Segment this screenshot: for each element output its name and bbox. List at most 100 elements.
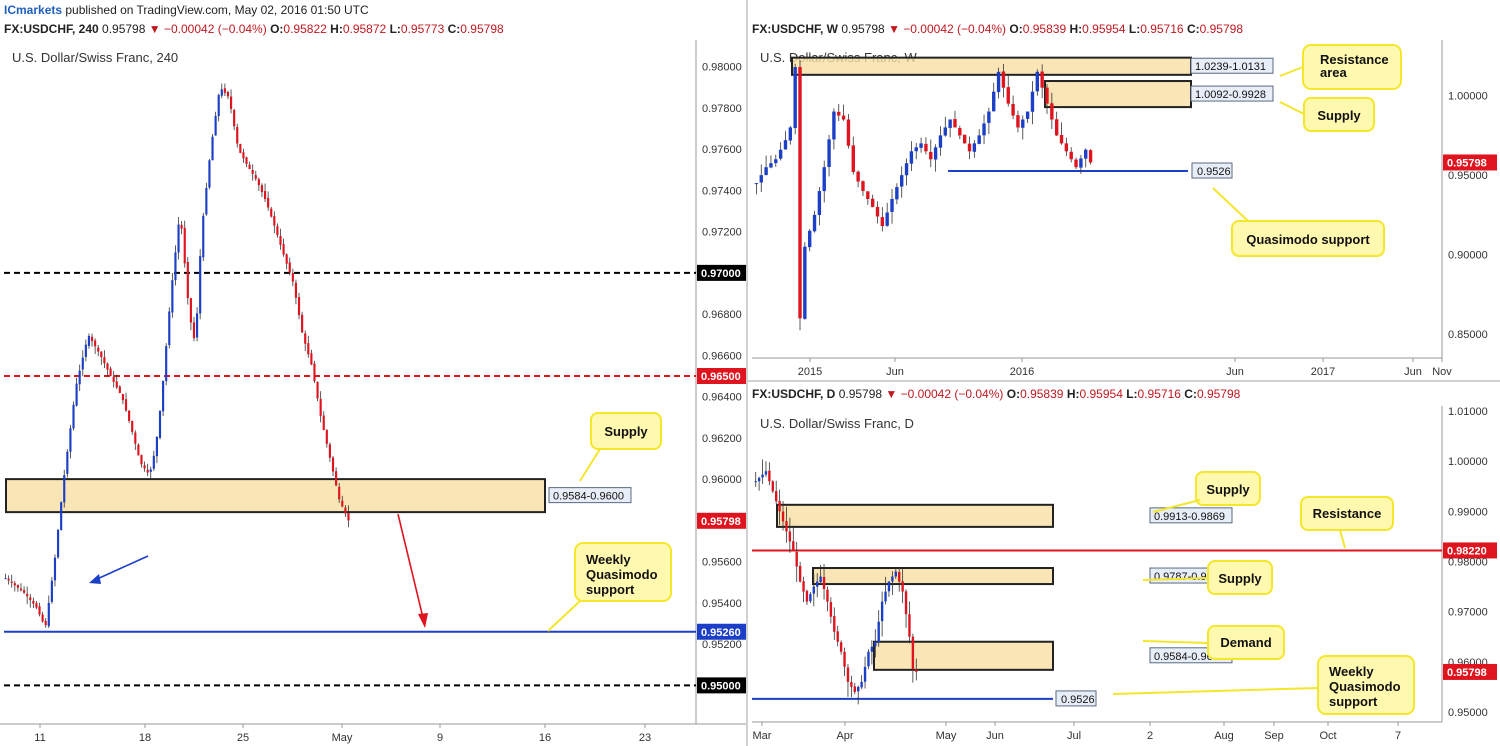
- w-candle-body: [812, 214, 817, 232]
- d-candle-body: [860, 681, 863, 688]
- w-candle-body: [958, 128, 962, 136]
- h4-candle-body: [97, 347, 100, 352]
- w-candle-body: [1001, 71, 1006, 88]
- h4-level-tag-text: 0.97000: [701, 268, 741, 280]
- h4-candle-body: [285, 254, 288, 264]
- h4-candle-body: [325, 430, 328, 444]
- d-candle-body: [887, 581, 891, 592]
- h4-candle-body: [118, 386, 121, 393]
- d-zone: [873, 640, 1054, 671]
- h4-candle-body: [335, 471, 338, 486]
- w-candle-body: [1021, 119, 1025, 128]
- daily-symbol: FX:USDCHF, D: [752, 387, 836, 401]
- daily-chart[interactable]: U.S. Dollar/Swiss Franc, D 0.982200.9526…: [748, 406, 1500, 746]
- d-x-tick: Sep: [1264, 730, 1284, 742]
- w-zone: [791, 56, 1192, 76]
- d-candle-body: [757, 477, 761, 482]
- d-candle-body: [870, 646, 874, 652]
- h4-zone: [5, 478, 546, 514]
- d-candle-body: [792, 541, 795, 552]
- h4-candle-body: [310, 353, 313, 365]
- h4-candle-body: [75, 383, 78, 406]
- d-candle-body: [785, 521, 788, 532]
- weekly-chart[interactable]: U.S. Dollar/Swiss Franc, W 0.9526 1.0239…: [748, 40, 1500, 380]
- d-x-tick: 7: [1395, 730, 1401, 742]
- h4-y-tick: 0.95400: [702, 598, 742, 610]
- published-text: published on TradingView.com, May 02, 20…: [62, 3, 369, 17]
- h4-candle-body: [319, 398, 322, 416]
- d-candle-body: [781, 511, 785, 522]
- w-candle-body: [759, 175, 763, 183]
- d-candle-body: [764, 471, 768, 475]
- weekly-chart-panel[interactable]: FX:USDCHF, W 0.95798 ▼ −0.00042 (−0.04%)…: [748, 0, 1500, 380]
- h4-candle-body: [257, 179, 260, 186]
- h4-candle-body: [251, 170, 254, 174]
- h4-candle-body: [239, 143, 242, 153]
- h4-candle-body: [60, 502, 63, 531]
- daily-chart-panel[interactable]: FX:USDCHF, D 0.95798 ▼ −0.00042 (−0.04%)…: [748, 382, 1500, 746]
- h4-chart-panel[interactable]: ICmarkets published on TradingView.com, …: [0, 0, 746, 746]
- h4-candle-body: [248, 164, 251, 170]
- d-candle-body: [877, 621, 880, 643]
- h4-candle-body: [90, 336, 94, 342]
- w-x-tick: 2017: [1311, 366, 1335, 378]
- svg-text:Supply: Supply: [1218, 571, 1262, 586]
- d-x-tick: 2: [1147, 730, 1153, 742]
- h4-candle-body: [189, 298, 192, 323]
- h4-candle-body: [263, 191, 267, 200]
- w-candle-body: [837, 111, 841, 116]
- w-price-tag-text: 0.95798: [1447, 157, 1487, 169]
- h4-candle-body: [242, 152, 245, 159]
- h4-symbol: FX:USDCHF, 240: [4, 22, 99, 36]
- svg-text:Quasimodo support: Quasimodo support: [1246, 232, 1370, 247]
- h4-candle-body: [4, 578, 7, 580]
- w-candle-body: [943, 127, 947, 136]
- w-candle-body: [822, 167, 826, 192]
- h4-x-tick: May: [332, 732, 353, 744]
- w-candle-body: [764, 167, 768, 176]
- svg-text:Supply: Supply: [604, 424, 648, 439]
- h4-candle-body: [226, 92, 230, 97]
- w-candle-body: [904, 163, 909, 176]
- h4-candle-body: [26, 593, 29, 597]
- h4-candle-body: [121, 394, 125, 401]
- h4-candle-body: [131, 420, 134, 432]
- h4-candle-body: [128, 410, 131, 421]
- daily-open: 0.95839: [1020, 387, 1064, 401]
- h4-candle-body: [297, 297, 301, 316]
- h4-candle-body: [270, 208, 273, 217]
- h4-candle-body: [140, 455, 143, 465]
- w-candle-body: [900, 175, 904, 187]
- w-candle-body: [778, 149, 783, 159]
- w-y-tick: 1.00000: [1448, 91, 1488, 103]
- h4-candle-body: [183, 227, 186, 264]
- d-candle-body: [850, 682, 853, 687]
- h4-y-tick: 0.97400: [702, 185, 742, 197]
- h4-candle-body: [177, 224, 180, 253]
- h4-chart[interactable]: U.S. Dollar/Swiss Franc, 240 0.97000 0.96…: [0, 40, 746, 746]
- w-candle-body: [1074, 159, 1078, 168]
- h4-candle-body: [165, 346, 168, 381]
- h4-change: ▼ −0.00042 (−0.04%): [148, 22, 267, 36]
- h4-candle-body: [331, 457, 335, 472]
- h4-x-tick: 25: [237, 732, 249, 744]
- brand-logo[interactable]: ICmarkets: [4, 3, 62, 17]
- h4-candle-body: [294, 282, 298, 298]
- w-x-tick: Jun: [1226, 366, 1244, 378]
- w-candle-body: [807, 230, 812, 248]
- d-candle-body: [884, 591, 887, 602]
- w-candle-body: [841, 115, 846, 120]
- d-candle-body: [754, 481, 757, 483]
- h4-title: U.S. Dollar/Swiss Franc, 240: [12, 50, 178, 65]
- d-candle-body: [908, 614, 911, 637]
- h4-candle-body: [341, 500, 344, 507]
- w-candle-body: [1045, 87, 1049, 104]
- d-y-tick: 1.00000: [1448, 456, 1488, 468]
- h4-y-tick: 0.95200: [702, 639, 742, 651]
- w-candle-body: [875, 206, 880, 217]
- d-x-tick: Apr: [836, 730, 853, 742]
- h4-candle-body: [174, 252, 177, 281]
- d-candle-body: [761, 474, 764, 478]
- h4-candle-body: [32, 600, 35, 604]
- d-candle-body: [904, 591, 908, 615]
